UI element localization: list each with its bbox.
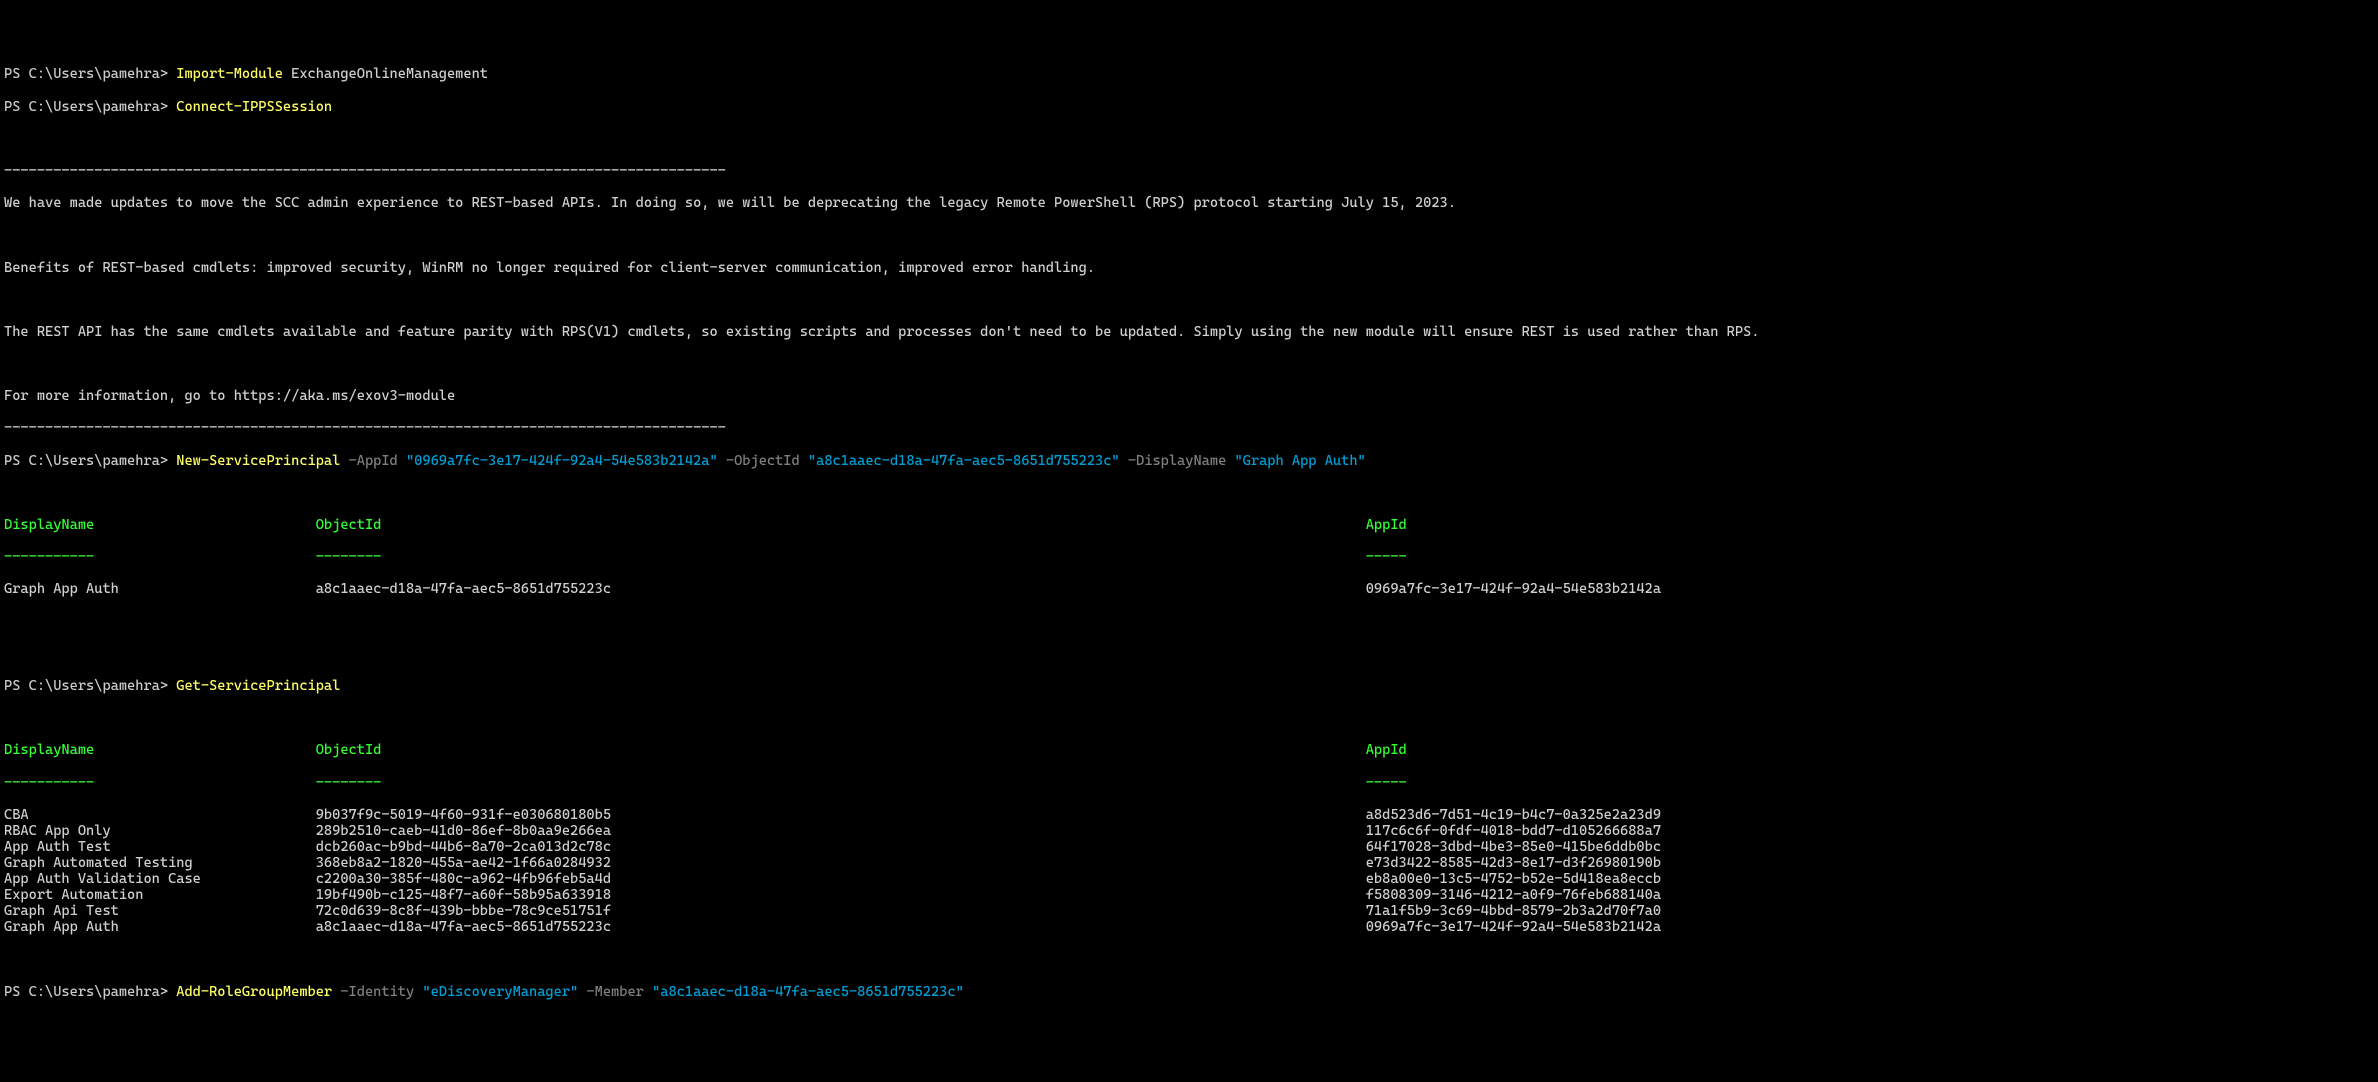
cmd-line-1[interactable]: PS C:\Users\pamehra> Import-Module Excha… — [4, 66, 2374, 82]
col-objectid: -------- — [316, 775, 1366, 791]
cmdlet-get-sp: Get-ServicePrincipal — [176, 678, 340, 694]
val-member: "a8c1aaec-d18a-47fa-aec5-8651d755223c" — [652, 984, 964, 1000]
param-displayname: -DisplayName — [1120, 453, 1235, 469]
blank — [4, 710, 2374, 726]
blank — [4, 485, 2374, 501]
banner-line: Benefits of REST-based cmdlets: improved… — [4, 260, 2374, 276]
col-appid: ----- — [1366, 775, 1407, 791]
val-displayname: "Graph App Auth" — [1234, 453, 1365, 469]
param-appid: -AppId — [340, 453, 406, 469]
table-row: Graph App Auth a8c1aaec-d18a-47fa-aec5-8… — [4, 581, 2374, 597]
table-header: DisplayName ObjectId AppId — [4, 517, 2374, 533]
val-appid: "0969a7fc-3e17-424f-92a4-54e583b2142a" — [406, 453, 718, 469]
col-appid: ----- — [1366, 549, 1407, 565]
table-header: DisplayName ObjectId AppId — [4, 742, 2374, 758]
table-header-underline: ----------- -------- ----- — [4, 775, 2374, 791]
param-objectid: -ObjectId — [718, 453, 808, 469]
table-row: Graph App Auth a8c1aaec-d18a-47fa-aec5-8… — [4, 919, 2374, 935]
table-row: App Auth Validation Case c2200a30-385f-4… — [4, 871, 2374, 887]
separator: ----------------------------------------… — [4, 420, 2374, 436]
blank — [4, 952, 2374, 968]
col-objectid: ObjectId — [316, 742, 1366, 758]
blank — [4, 356, 2374, 372]
val-identity: "eDiscoveryManager" — [422, 984, 578, 1000]
col-objectid: -------- — [316, 549, 1366, 565]
cmd-line-2[interactable]: PS C:\Users\pamehra> Connect-IPPSSession — [4, 99, 2374, 115]
col-displayname: DisplayName — [4, 742, 316, 758]
param-member: -Member — [578, 984, 652, 1000]
cmd-line-4[interactable]: PS C:\Users\pamehra> Get-ServicePrincipa… — [4, 678, 2374, 694]
table-header-underline: ----------- -------- ----- — [4, 549, 2374, 565]
table-row: Export Automation 19bf490b-c125-48f7-a60… — [4, 887, 2374, 903]
table-row: RBAC App Only 289b2510-caeb-41d0-86ef-8b… — [4, 823, 2374, 839]
separator: ----------------------------------------… — [4, 163, 2374, 179]
cmdlet-add-rgm: Add-RoleGroupMember — [176, 984, 332, 1000]
banner-line: For more information, go to https://aka.… — [4, 388, 2374, 404]
table-row: App Auth Test dcb260ac-b9bd-44b6-8a70-2c… — [4, 839, 2374, 855]
blank — [4, 292, 2374, 308]
cmdlet-new-sp: New-ServicePrincipal — [176, 453, 340, 469]
table-row: Graph Automated Testing 368eb8a2-1820-45… — [4, 855, 2374, 871]
cmd-line-5[interactable]: PS C:\Users\pamehra> Add-RoleGroupMember… — [4, 984, 2374, 1000]
cmdlet-import-module: Import-Module — [176, 66, 283, 82]
prompt: PS C:\Users\pamehra> — [4, 984, 176, 1000]
blank — [4, 614, 2374, 630]
col-objectid: ObjectId — [316, 517, 1366, 533]
prompt: PS C:\Users\pamehra> — [4, 453, 176, 469]
banner-line: We have made updates to move the SCC adm… — [4, 195, 2374, 211]
blank — [4, 131, 2374, 147]
table-row: Graph Api Test 72c0d639-8c8f-439b-bbbe-7… — [4, 903, 2374, 919]
blank — [4, 227, 2374, 243]
cmdlet-connect-ipps: Connect-IPPSSession — [176, 99, 332, 115]
prompt: PS C:\Users\pamehra> — [4, 66, 176, 82]
table-row: CBA 9b037f9c-5019-4f60-931f-e030680180b5… — [4, 807, 2374, 823]
col-displayname: DisplayName — [4, 517, 316, 533]
val-objectid: "a8c1aaec-d18a-47fa-aec5-8651d755223c" — [808, 453, 1120, 469]
prompt: PS C:\Users\pamehra> — [4, 99, 176, 115]
module-arg: ExchangeOnlineManagement — [291, 66, 488, 82]
prompt: PS C:\Users\pamehra> — [4, 678, 176, 694]
col-displayname: ----------- — [4, 549, 316, 565]
banner-line: The REST API has the same cmdlets availa… — [4, 324, 2374, 340]
col-displayname: ----------- — [4, 775, 316, 791]
cmd-line-3[interactable]: PS C:\Users\pamehra> New-ServicePrincipa… — [4, 453, 2374, 469]
col-appid: AppId — [1366, 742, 1407, 758]
col-appid: AppId — [1366, 517, 1407, 533]
blank — [4, 646, 2374, 662]
param-identity: -Identity — [332, 984, 422, 1000]
